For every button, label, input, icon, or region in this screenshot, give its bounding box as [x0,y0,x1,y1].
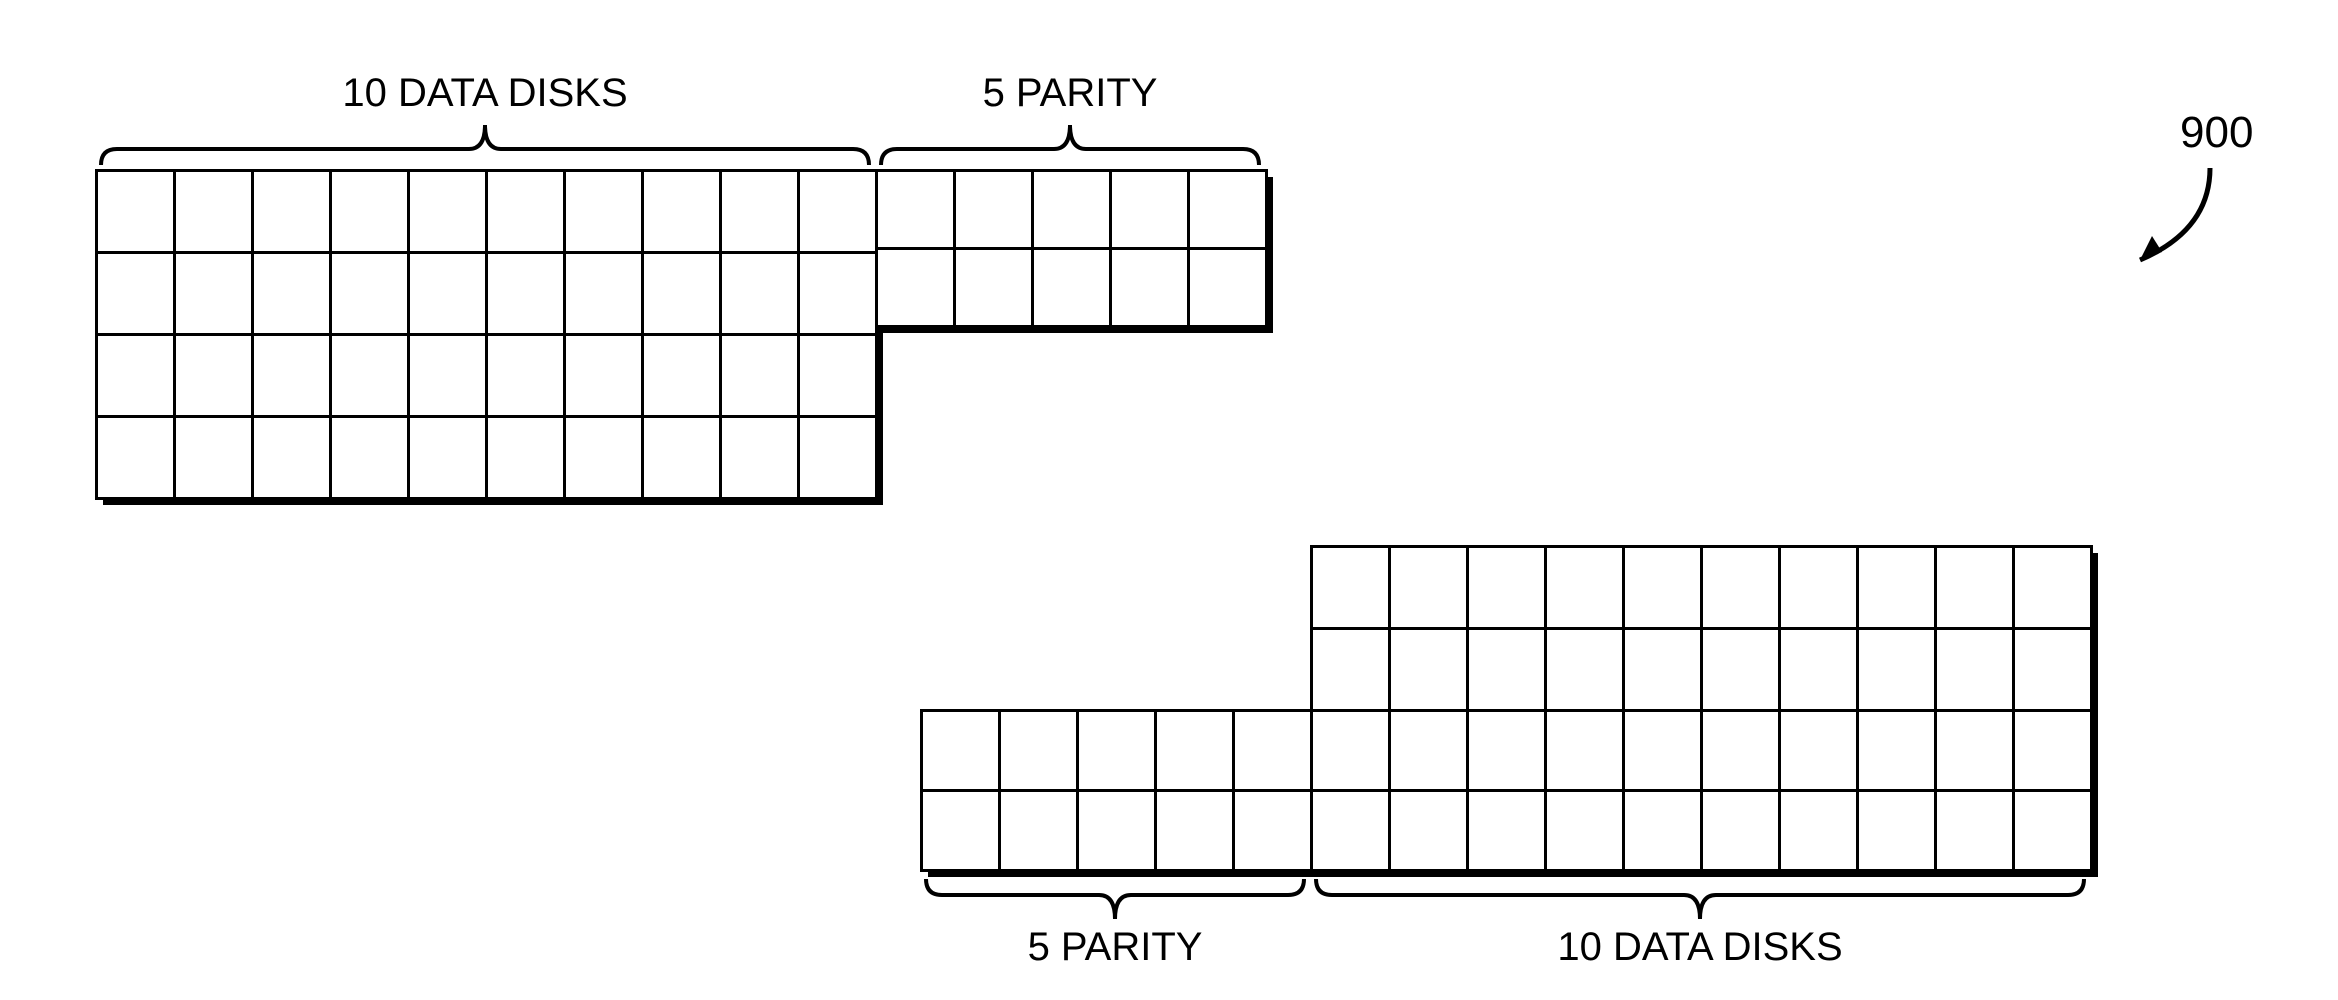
figure-ref-arrow [0,0,2338,1000]
